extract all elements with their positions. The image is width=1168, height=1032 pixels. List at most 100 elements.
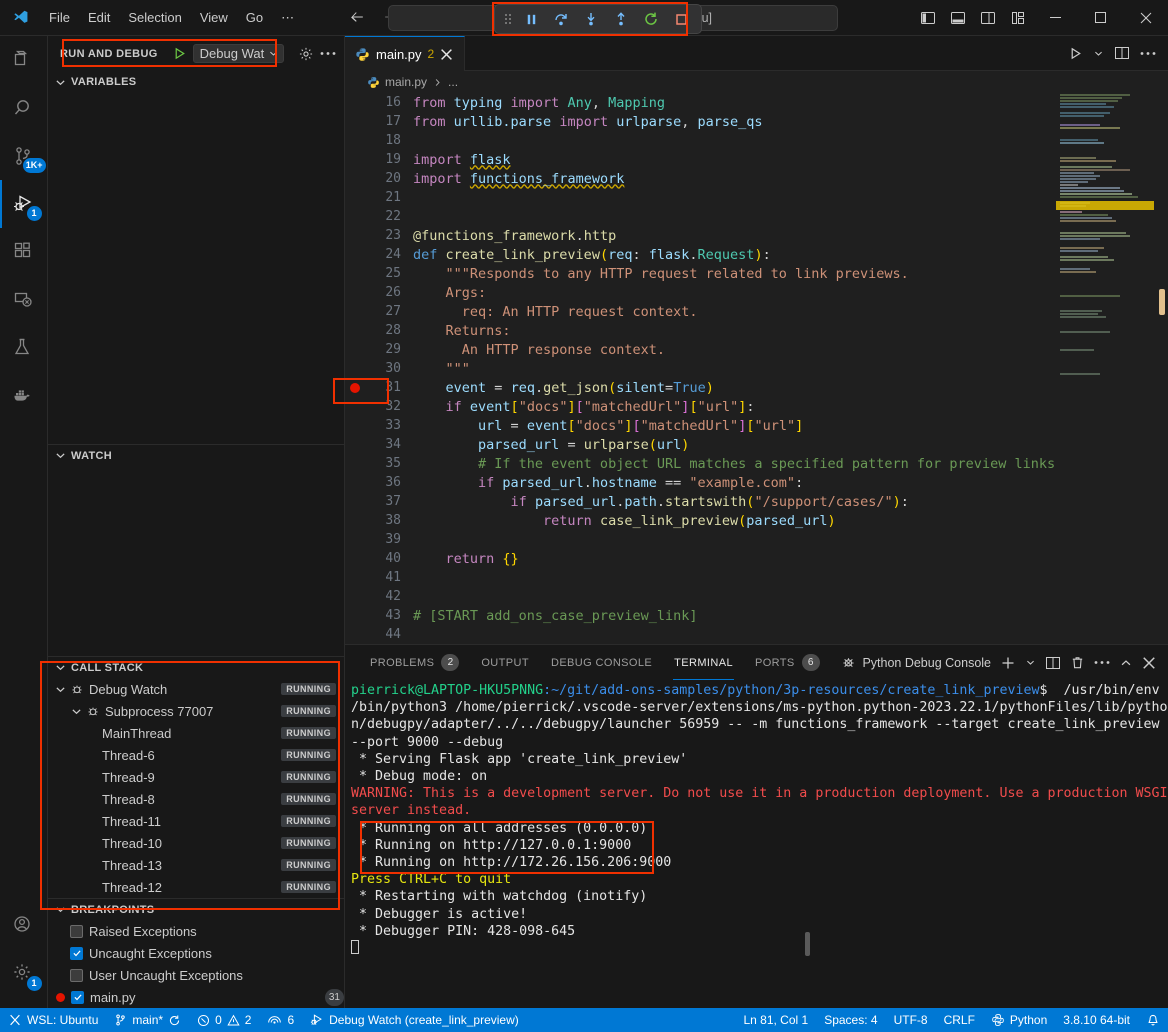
terminal-dropdown-icon[interactable] [1025,657,1036,668]
terminal-output[interactable]: pierrick@LAPTOP-HKU5PNNG:~/git/add-ons-s… [345,680,1168,1012]
call-stack-row[interactable]: Thread-13RUNNING [48,854,344,876]
code-line[interactable]: 25 """Responds to any HTTP request relat… [345,264,1056,283]
code-line[interactable]: 38 return case_link_preview(parsed_url) [345,511,1056,530]
code-line[interactable]: 19import flask [345,150,1056,169]
call-stack-row[interactable]: Thread-6RUNNING [48,744,344,766]
activity-item-accounts[interactable] [0,902,48,950]
toggle-primary-sidebar-icon[interactable] [913,0,943,35]
variables-pane-header[interactable]: VARIABLES [48,71,344,93]
code-line[interactable]: 41 [345,568,1056,587]
code-line[interactable]: 29 An HTTP response context. [345,340,1056,359]
debug-toolbar[interactable] [494,4,702,34]
menu-file[interactable]: File [40,6,79,29]
new-terminal-icon[interactable] [1000,655,1016,671]
code-line[interactable]: 17from urllib.parse import urlparse, par… [345,112,1056,131]
panel-tab-problems[interactable]: PROBLEMS2 [359,645,470,680]
code-line[interactable]: 30 """ [345,359,1056,378]
sidebar-more-actions-icon[interactable] [320,51,336,56]
customize-layout-icon[interactable] [1003,0,1033,35]
activity-item-run-and-debug[interactable]: 1 [0,180,48,228]
debug-step-over-button[interactable] [547,7,575,31]
chevron-down-icon[interactable] [1093,48,1104,59]
activity-item-explorer[interactable] [0,36,48,84]
breakpoint-checkbox[interactable] [71,991,84,1004]
code-line[interactable]: 28 Returns: [345,321,1056,340]
breakpoint-checkbox[interactable] [70,947,83,960]
breakpoint-row[interactable]: Uncaught Exceptions [48,942,344,964]
minimap-overview-ruler[interactable] [1154,93,1168,644]
call-stack-row[interactable]: Thread-9RUNNING [48,766,344,788]
menu-selection[interactable]: Selection [119,6,190,29]
code-line[interactable]: 36 if parsed_url.hostname == "example.co… [345,473,1056,492]
code-line[interactable]: 18 [345,131,1056,150]
menu-go[interactable]: Go [237,6,272,29]
breakpoint-row[interactable]: main.py31 [48,986,344,1008]
activity-item-extensions[interactable] [0,228,48,276]
open-launch-settings-icon[interactable] [298,46,314,62]
code-line[interactable]: 34 parsed_url = urlparse(url) [345,435,1056,454]
call-stack-row[interactable]: Thread-12RUNNING [48,876,344,898]
debug-step-out-button[interactable] [607,7,635,31]
panel-more-actions-icon[interactable] [1094,660,1110,665]
panel-tab-terminal[interactable]: TERMINAL [663,645,744,680]
call-stack-row[interactable]: MainThreadRUNNING [48,722,344,744]
debug-stop-button[interactable] [667,7,695,31]
menu-view[interactable]: View [191,6,237,29]
breakpoints-pane-header[interactable]: BREAKPOINTS [48,898,344,920]
code-line[interactable]: 22 [345,207,1056,226]
code-editor[interactable]: 16from typing import Any, Mapping17from … [345,93,1168,644]
start-debugging-icon[interactable] [172,46,187,61]
activity-item-remote-explorer[interactable] [0,276,48,324]
activity-item-search[interactable] [0,84,48,132]
code-line[interactable]: 26 Args: [345,283,1056,302]
code-line[interactable]: 42 [345,587,1056,606]
split-terminal-icon[interactable] [1045,655,1061,671]
call-stack-row[interactable]: Debug WatchRUNNING [48,678,344,700]
debug-pause-button[interactable] [517,7,545,31]
code-line[interactable]: 23@functions_framework.http [345,226,1056,245]
menu-edit[interactable]: Edit [79,6,119,29]
status-branch[interactable]: main* [106,1008,189,1032]
call-stack-row[interactable]: Thread-11RUNNING [48,810,344,832]
breakpoint-checkbox[interactable] [70,969,83,982]
breadcrumb-symbol[interactable]: ... [448,75,458,89]
activity-item-source-control[interactable]: 1K+ [0,132,48,180]
watch-pane-header[interactable]: WATCH [48,444,344,466]
go-back-icon[interactable] [349,9,366,26]
window-close-button[interactable] [1123,0,1168,35]
code-line[interactable]: 27 req: An HTTP request context. [345,302,1056,321]
close-icon[interactable] [440,48,453,61]
code-line[interactable]: 44 [345,625,1056,644]
status-problems[interactable]: 0 2 [189,1008,259,1032]
terminal-scrollbar-thumb[interactable] [805,932,810,956]
status-remote-host[interactable]: WSL: Ubuntu [0,1008,106,1032]
minimap[interactable] [1056,93,1168,644]
breakpoint-row[interactable]: Raised Exceptions [48,920,344,942]
breakpoint-checkbox[interactable] [70,925,83,938]
maximize-panel-icon[interactable] [1119,656,1133,670]
toggle-secondary-sidebar-icon[interactable] [973,0,1003,35]
code-line[interactable]: 43# [START add_ons_case_preview_link] [345,606,1056,625]
split-editor-icon[interactable] [1114,45,1130,61]
code-line[interactable]: 16from typing import Any, Mapping [345,93,1056,112]
code-line[interactable]: 39 [345,530,1056,549]
debug-restart-button[interactable] [637,7,665,31]
kill-terminal-icon[interactable] [1070,655,1085,670]
breakpoint-glyph[interactable] [345,383,365,393]
close-panel-icon[interactable] [1142,656,1156,670]
code-line[interactable]: 24def create_link_preview(req: flask.Req… [345,245,1056,264]
active-terminal-label[interactable]: Python Debug Console [841,655,991,670]
code-line[interactable]: 33 url = event["docs"]["matchedUrl"]["ur… [345,416,1056,435]
code-line[interactable]: 31 event = req.get_json(silent=True) [345,378,1056,397]
call-stack-row[interactable]: Thread-10RUNNING [48,832,344,854]
sync-icon[interactable] [168,1014,181,1027]
editor-more-actions-icon[interactable] [1140,51,1156,56]
debug-configuration-dropdown[interactable]: Debug Wat [193,44,285,63]
code-line[interactable]: 32 if event["docs"]["matchedUrl"]["url"]… [345,397,1056,416]
call-stack-row[interactable]: Subprocess 77007RUNNING [48,700,344,722]
code-lines[interactable]: 16from typing import Any, Mapping17from … [345,93,1056,644]
menu-more[interactable]: ⋯ [272,6,303,30]
run-python-file-icon[interactable] [1068,46,1083,61]
panel-tab-debug-console[interactable]: DEBUG CONSOLE [540,645,663,680]
breadcrumb-file[interactable]: main.py [385,75,427,89]
